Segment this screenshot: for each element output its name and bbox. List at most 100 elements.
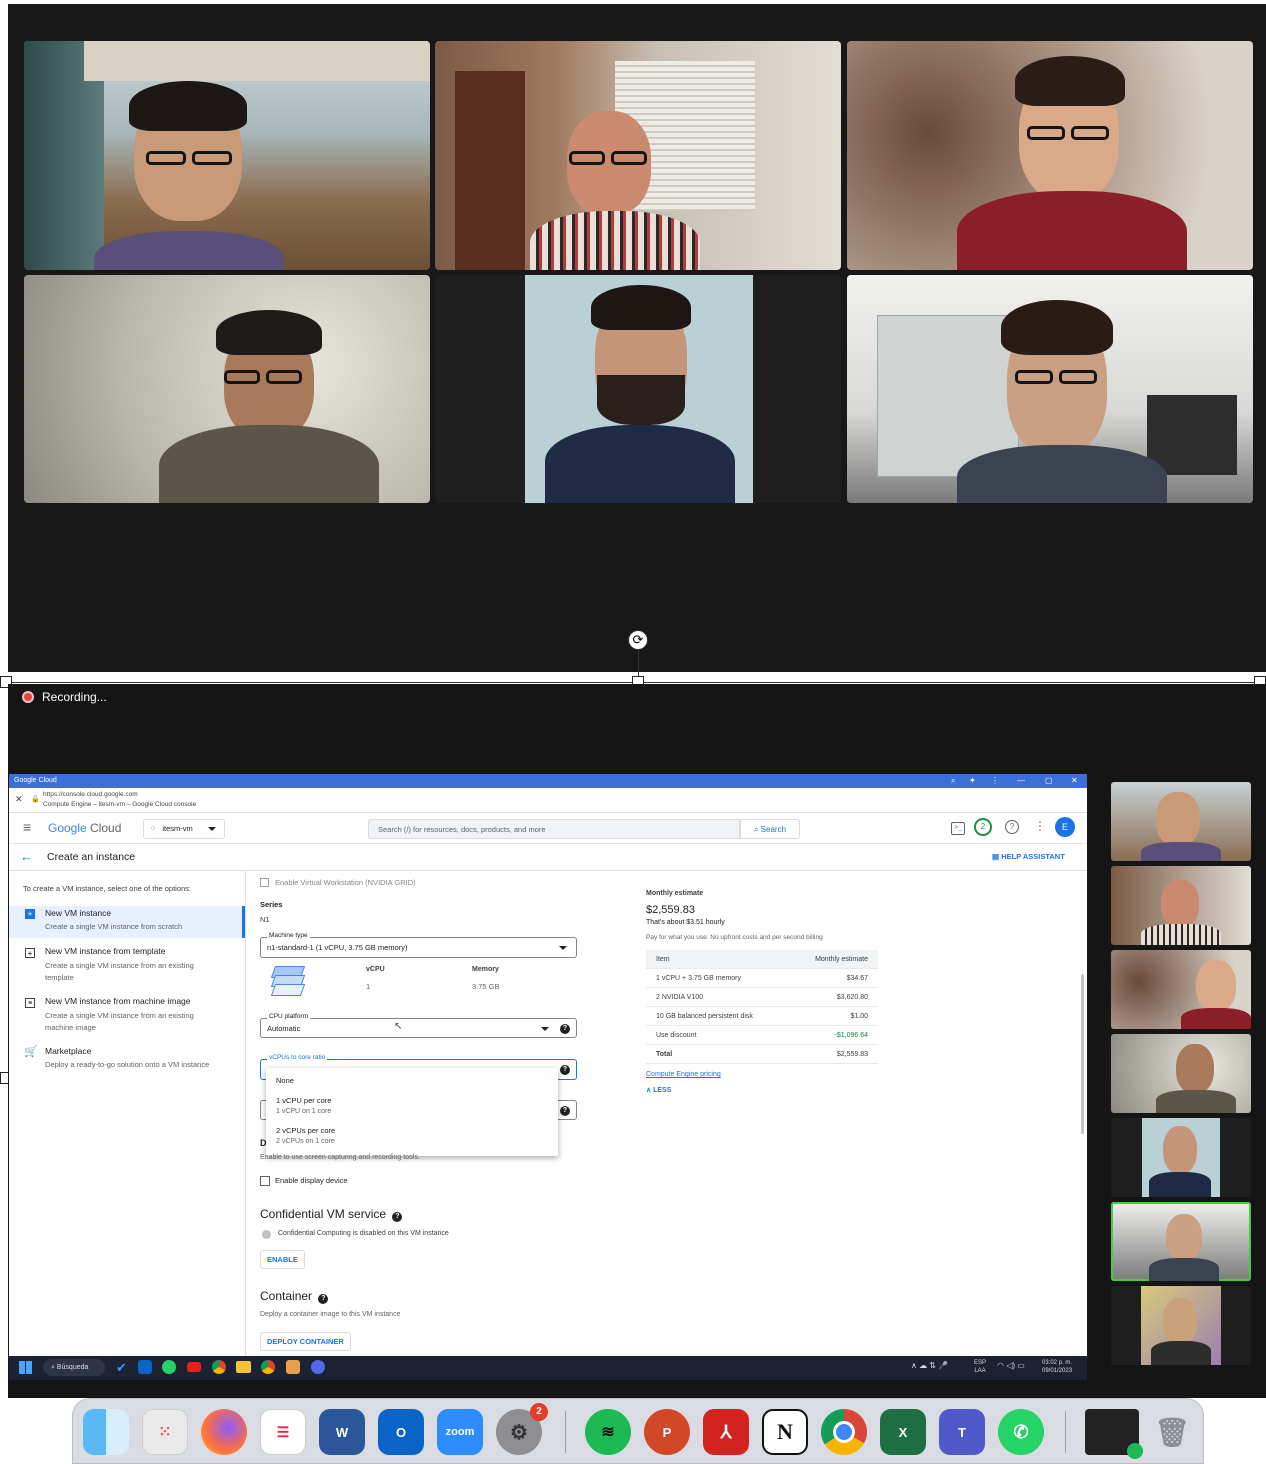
url-text[interactable]: https://console.cloud.google.com bbox=[43, 791, 138, 798]
video-tile-active-speaker[interactable] bbox=[847, 275, 1253, 503]
pricing-link[interactable]: Compute Engine pricing bbox=[646, 1071, 721, 1078]
sidebar-item-desc: Deploy a ready-to-go solution onto a VM … bbox=[45, 1060, 210, 1069]
dropdown-option-2-vcpu[interactable]: 2 vCPUs per core 2 vCPUs on 1 core bbox=[266, 1122, 558, 1150]
tray-icons[interactable]: ∧ ☁ ⇅ 🎤 bbox=[911, 1361, 948, 1370]
youtube-app-icon[interactable] bbox=[187, 1362, 201, 1372]
lang-bottom: LAA bbox=[974, 1368, 986, 1374]
container-help-icon[interactable]: ? bbox=[318, 1294, 329, 1304]
google-cloud-logo[interactable]: Google Cloud bbox=[48, 821, 121, 835]
reminders-icon[interactable]: ☰ bbox=[260, 1409, 306, 1455]
container-title: Container ? bbox=[260, 1289, 329, 1304]
account-avatar[interactable]: E bbox=[1055, 817, 1075, 837]
machine-stack-icon bbox=[270, 966, 306, 996]
table-row: Use discount -$1,096.64 bbox=[646, 1025, 878, 1045]
thumb-participant-1[interactable] bbox=[1111, 782, 1251, 861]
video-tile-participant-1[interactable] bbox=[24, 41, 430, 270]
video-tile-participant-2[interactable] bbox=[435, 41, 841, 270]
deploy-container-button[interactable]: DEPLOY CONTAINER bbox=[260, 1332, 351, 1351]
notifications-badge[interactable]: 2 bbox=[974, 818, 992, 836]
less-toggle[interactable]: ∧ LESS bbox=[646, 1086, 671, 1094]
whatsapp-icon[interactable]: ✆ bbox=[998, 1409, 1044, 1455]
option-label: None bbox=[276, 1076, 294, 1085]
thumb-participant-5[interactable] bbox=[1111, 1118, 1251, 1197]
system-settings-icon[interactable]: ⚙ 2 bbox=[496, 1403, 548, 1455]
video-tile-participant-4[interactable] bbox=[24, 275, 430, 503]
dropdown-option-none[interactable]: None bbox=[266, 1073, 558, 1089]
minimize-button[interactable]: — bbox=[1017, 774, 1025, 788]
recording-dot-icon bbox=[22, 691, 34, 703]
thumb-participant-2[interactable] bbox=[1111, 866, 1251, 945]
extension-icon[interactable]: ✦ bbox=[969, 774, 976, 788]
spotify-icon[interactable]: ≋ bbox=[585, 1409, 631, 1455]
maximize-button[interactable]: ▢ bbox=[1045, 774, 1053, 788]
windows-start-icon[interactable] bbox=[19, 1361, 32, 1374]
cloud-shell-icon[interactable]: >_ bbox=[951, 822, 965, 835]
thumb-participant-7[interactable] bbox=[1111, 1286, 1251, 1365]
rotate-handle-icon[interactable]: ⟳ bbox=[628, 630, 648, 650]
teams-meeting-icon[interactable] bbox=[311, 1360, 325, 1374]
finder-icon[interactable] bbox=[83, 1409, 129, 1455]
excel-icon[interactable]: X bbox=[880, 1409, 926, 1455]
dropdown-option-1-vcpu[interactable]: 1 vCPU per core 1 vCPU on 1 core bbox=[266, 1092, 558, 1120]
logo-google-text: Google bbox=[48, 821, 87, 835]
confidential-title-text: Confidential VM service bbox=[260, 1207, 387, 1221]
network-volume-battery-icons[interactable]: ◠ ◁) ▭ bbox=[997, 1361, 1025, 1370]
project-selector[interactable]: ⁘ itesm-vm bbox=[143, 819, 225, 839]
zoom-icon[interactable]: ⌕ bbox=[951, 774, 955, 788]
confidential-help-icon[interactable]: ? bbox=[392, 1212, 403, 1222]
settings-more-icon[interactable]: ⋮ bbox=[1034, 819, 1046, 833]
vcpu-ratio-help-icon[interactable]: ? bbox=[560, 1065, 570, 1075]
enable-button[interactable]: ENABLE bbox=[260, 1250, 305, 1269]
outlook-app-icon[interactable] bbox=[138, 1360, 152, 1374]
launchpad-icon[interactable]: ⁙ bbox=[142, 1409, 188, 1455]
minimized-window-thumbnail[interactable] bbox=[1085, 1409, 1143, 1459]
sidebar-item-title: New VM instance from machine image bbox=[45, 996, 191, 1006]
help-assistant-button[interactable]: ▤ HELP ASSISTANT bbox=[992, 852, 1065, 861]
close-window-button[interactable]: ✕ bbox=[1071, 774, 1078, 788]
field-help-icon[interactable]: ? bbox=[560, 1106, 570, 1116]
help-icon[interactable]: ? bbox=[1005, 820, 1019, 834]
machine-type-select[interactable]: Machine type n1-standard-1 (1 vCPU, 3.75… bbox=[260, 932, 577, 958]
project-icon: ⁘ bbox=[150, 824, 157, 833]
sidebar-item-new-vm[interactable]: + New VM instance Create a single VM ins… bbox=[9, 906, 245, 938]
notion-icon[interactable]: N bbox=[762, 1409, 808, 1455]
close-tab-icon[interactable]: ✕ bbox=[15, 794, 23, 805]
zoom-icon[interactable]: zoom bbox=[437, 1409, 483, 1455]
sidebar-item-marketplace[interactable]: 🛒 Marketplace Deploy a ready-to-go solut… bbox=[9, 1046, 245, 1076]
word-icon[interactable]: W bbox=[319, 1409, 365, 1455]
sidebar-item-template[interactable]: + New VM instance from template Create a… bbox=[9, 946, 245, 986]
chrome-app-icon[interactable] bbox=[212, 1360, 226, 1374]
teams-icon[interactable]: T bbox=[939, 1409, 985, 1455]
whatsapp-app-icon[interactable] bbox=[162, 1360, 176, 1374]
language-indicator[interactable]: ESP LAA bbox=[974, 1359, 986, 1375]
cpu-platform-select[interactable]: CPU platform Automatic ? ↖ bbox=[260, 1013, 577, 1038]
workstation-checkbox[interactable] bbox=[260, 878, 269, 887]
chrome-app-icon-2[interactable] bbox=[261, 1360, 275, 1374]
trash-icon[interactable]: 🗑 bbox=[1149, 1409, 1195, 1455]
back-arrow-icon[interactable]: ← bbox=[20, 849, 33, 864]
powerpoint-icon[interactable]: P bbox=[644, 1409, 690, 1455]
taskbar-search[interactable]: ⌕ Búsqueda bbox=[43, 1359, 105, 1376]
firefox-icon[interactable] bbox=[201, 1409, 247, 1455]
thumb-participant-3[interactable] bbox=[1111, 950, 1251, 1029]
acrobat-icon[interactable]: ⅄ bbox=[703, 1409, 749, 1455]
hamburger-menu-icon[interactable]: ≡ bbox=[23, 819, 31, 835]
todo-app-icon[interactable]: ✔ bbox=[116, 1360, 127, 1376]
file-explorer-icon[interactable] bbox=[236, 1361, 251, 1373]
outlook-icon[interactable]: O bbox=[378, 1409, 424, 1455]
video-tile-participant-3[interactable] bbox=[847, 41, 1253, 270]
estimate-header-row: Item Monthly estimate bbox=[646, 950, 878, 969]
search-button[interactable]: ⌕ Search bbox=[740, 819, 800, 839]
video-tile-participant-5[interactable] bbox=[435, 275, 841, 503]
photos-app-icon[interactable] bbox=[286, 1360, 300, 1374]
sidebar-item-machine-image[interactable]: ≡ New VM instance from machine image Cre… bbox=[9, 996, 245, 1036]
thumb-participant-4[interactable] bbox=[1111, 1034, 1251, 1113]
page-scrollbar[interactable] bbox=[1081, 974, 1084, 1134]
clock[interactable]: 03:02 p. m. 09/01/2023 bbox=[1042, 1359, 1072, 1375]
chrome-icon[interactable] bbox=[821, 1409, 867, 1455]
display-device-checkbox[interactable] bbox=[260, 1176, 270, 1186]
thumb-active-speaker[interactable] bbox=[1111, 1202, 1251, 1281]
more-icon[interactable]: ⋮ bbox=[991, 774, 999, 788]
search-input[interactable]: Search (/) for resources, docs, products… bbox=[368, 819, 740, 839]
cpu-platform-help-icon[interactable]: ? bbox=[560, 1024, 570, 1034]
